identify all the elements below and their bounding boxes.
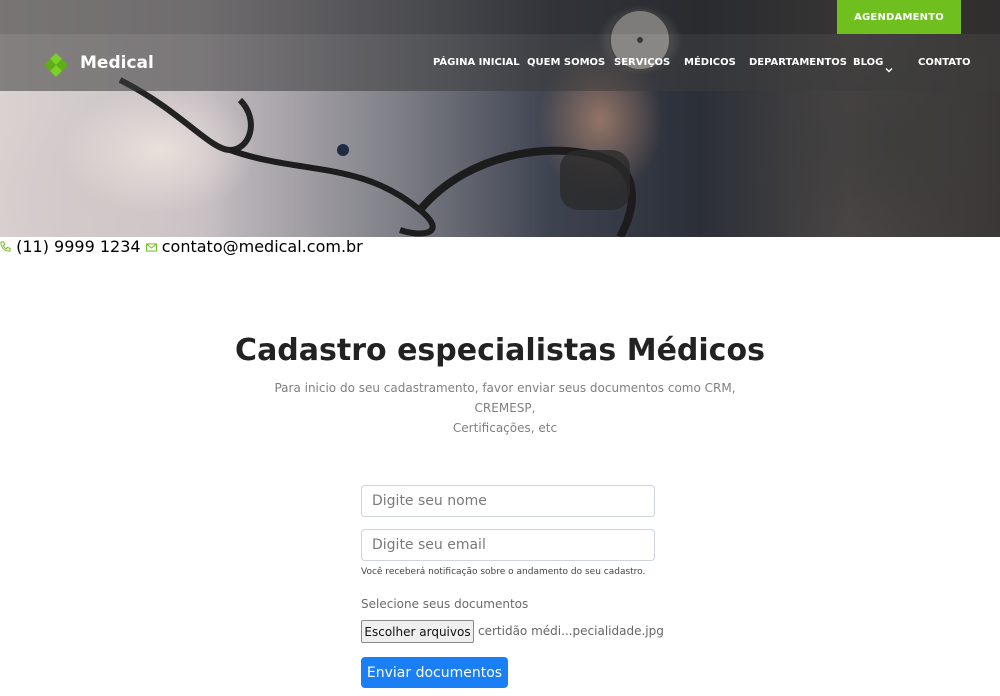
nav-item-pagina-inicial[interactable]: PÁGINA INICIAL [433, 57, 520, 68]
phone-icon [0, 237, 16, 256]
subtitle-line-2: Certificações, etc [452, 421, 558, 435]
agendamento-button[interactable]: AGENDAMENTO [837, 0, 961, 34]
mail-icon [145, 237, 162, 256]
nav-item-quem-somos[interactable]: QUEM SOMOS [527, 57, 605, 68]
documents-label: Selecione seus documentos [361, 597, 529, 611]
brand-name[interactable]: Medical [80, 53, 154, 73]
chevron-down-icon[interactable] [885, 58, 893, 77]
nav-item-medicos[interactable]: MÉDICOS [684, 57, 736, 68]
medical-cross-logo-icon[interactable] [43, 52, 69, 82]
phone-number[interactable]: (11) 9999 1234 [16, 237, 140, 256]
email-address[interactable]: contato@medical.com.br [162, 237, 363, 256]
selected-file-name: certidão médi...pecialidade.jpg [478, 624, 664, 638]
nav-item-blog[interactable]: BLOG [853, 57, 883, 68]
nav-item-departamentos[interactable]: DEPARTAMENTOS [749, 57, 847, 68]
submit-documents-button[interactable]: Enviar documentos [361, 657, 508, 688]
page-title: Cadastro especialistas Médicos [235, 333, 765, 368]
email-help-text: Você receberá notificação sobre o andame… [361, 567, 646, 577]
page-subtitle: Para inicio do seu cadastramento, favor … [250, 378, 760, 438]
name-input[interactable]: Digite seu nome [361, 485, 655, 517]
nav-item-contato[interactable]: CONTATO [918, 57, 971, 68]
email-input[interactable]: Digite seu email [361, 529, 655, 561]
choose-files-button[interactable]: Escolher arquivos [361, 620, 474, 643]
subtitle-line-1: Para inicio do seu cadastramento, favor … [274, 381, 736, 415]
nav-item-servicos[interactable]: SERVIÇOS [614, 57, 670, 68]
